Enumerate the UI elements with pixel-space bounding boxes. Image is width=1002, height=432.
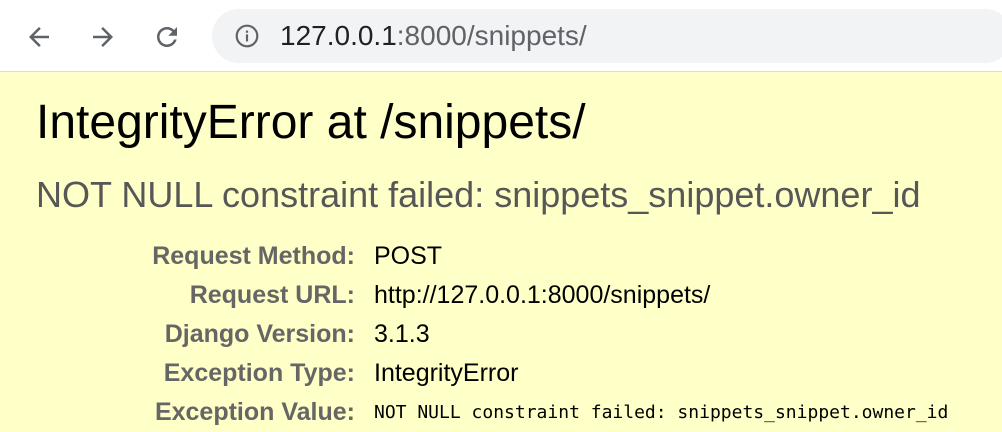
meta-value: NOT NULL constraint failed: snippets_sni… (374, 402, 949, 423)
reload-button[interactable] (147, 17, 187, 57)
error-summary: IntegrityError at /snippets/ NOT NULL co… (0, 73, 1002, 430)
page-title: IntegrityError at /snippets/ (36, 96, 586, 149)
exception-value-heading: NOT NULL constraint failed: snippets_sni… (36, 174, 921, 215)
back-button[interactable] (19, 17, 59, 57)
meta-label: Django Version: (164, 320, 355, 348)
meta-label: Request Method: (152, 242, 355, 270)
address-bar[interactable]: 127.0.0.1:8000/snippets/ (212, 9, 1002, 63)
table-row: Request Method: POST (0, 237, 948, 276)
meta-value: POST (374, 242, 443, 270)
url-host: 127.0.0.1 (280, 20, 397, 51)
table-row: Exception Value: NOT NULL constraint fai… (0, 393, 948, 432)
arrow-right-icon (93, 27, 113, 47)
table-row: Request URL: http://127.0.0.1:8000/snipp… (0, 276, 948, 315)
reload-icon (157, 27, 177, 47)
url-text[interactable]: 127.0.0.1:8000/snippets/ (280, 19, 587, 53)
url-path: :8000/snippets/ (396, 20, 587, 51)
table-row: Django Version: 3.1.3 (0, 315, 948, 354)
browser-toolbar: 127.0.0.1:8000/snippets/ (0, 0, 1002, 72)
meta-value: 3.1.3 (374, 320, 430, 348)
meta-label: Exception Type: (163, 359, 355, 387)
info-icon[interactable] (234, 23, 260, 49)
table-row: Exception Type: IntegrityError (0, 354, 948, 393)
meta-value: http://127.0.0.1:8000/snippets/ (374, 281, 711, 309)
arrow-left-icon (29, 27, 49, 47)
meta-label: Request URL: (189, 281, 355, 309)
meta-label: Exception Value: (154, 398, 355, 426)
request-meta-table: Request Method: POST Request URL: http:/… (0, 237, 948, 432)
meta-value: IntegrityError (374, 359, 519, 387)
forward-button[interactable] (83, 17, 123, 57)
